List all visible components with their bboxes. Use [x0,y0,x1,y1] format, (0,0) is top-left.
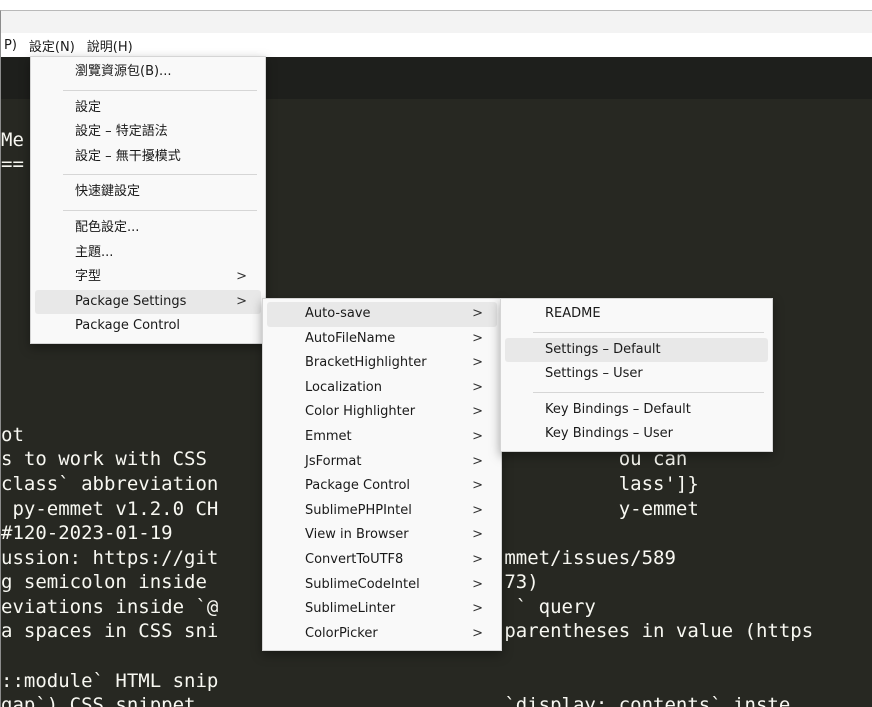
menu-item-label: SublimeLinter [305,601,396,617]
menu-item-converttoutf8[interactable]: ConvertToUTF8 > [263,548,501,573]
menu-item-label: AutoFileName [305,330,396,346]
auto-save-menu: README Settings – Default Settings – Use… [500,298,773,452]
menu-separator [63,174,257,176]
title-bar [1,11,872,33]
menu-item-theme[interactable]: 主題... [31,241,265,266]
menu-separator [63,89,257,91]
submenu-arrow-icon: > [472,478,483,494]
menu-separator [533,331,764,333]
menu-help[interactable]: 說明(H) [81,36,139,55]
menu-item-label: 設定 [75,99,102,115]
submenu-arrow-icon: > [472,453,483,469]
menu-item-package-control[interactable]: Package Control > [263,474,501,499]
menu-item-color-scheme[interactable]: 配色設定... [31,216,265,241]
menu-item-settings-user[interactable]: Settings – User [501,362,772,387]
menu-item-view-in-browser[interactable]: View in Browser > [263,523,501,548]
menu-item-label: 主題... [75,244,114,260]
menu-item-brackethighlighter[interactable]: BracketHighlighter > [263,351,501,376]
menu-item-readme[interactable]: README [501,302,772,327]
menu-item-label: View in Browser [305,527,409,543]
menu-item-label: 快速鍵設定 [75,184,141,200]
menu-project[interactable]: P) [1,38,23,53]
menu-item-auto-save[interactable]: Auto-save > [267,302,497,327]
menu-item-jsformat[interactable]: JsFormat > [263,450,501,475]
menu-item-label: ColorPicker [305,625,378,641]
menu-item-label: 設定 – 無干擾模式 [75,148,181,164]
menu-item-label: 字型 [75,269,102,285]
submenu-arrow-icon: > [472,601,483,617]
menu-item-label: Package Control [75,318,181,334]
menu-item-label: Emmet [305,428,352,444]
package-settings-menu: Auto-save > AutoFileName > BracketHighligh… [262,298,502,652]
menu-item-emmet[interactable]: Emmet > [263,425,501,450]
submenu-arrow-icon: > [472,502,483,518]
menu-item-label: Key Bindings – User [545,426,673,442]
menu-item-label: 設定 – 特定語法 [75,124,168,140]
menu-item-label: Localization [305,379,382,395]
menu-item-label: Auto-save [305,306,371,321]
menu-item-key-bindings-user[interactable]: Key Bindings – User [501,422,772,447]
preferences-menu: 瀏覽資源包(B)... 設定 設定 – 特定語法 設定 – 無干擾模式 快速鍵設… [30,56,266,344]
menu-item-colorpicker[interactable]: ColorPicker > [263,622,501,647]
menu-item-settings-distraction-free[interactable]: 設定 – 無干擾模式 [31,145,265,170]
menu-item-color-highlighter[interactable]: Color Highlighter > [263,400,501,425]
menu-item-package-control[interactable]: Package Control [31,314,265,339]
menu-item-localization[interactable]: Localization > [263,376,501,401]
menu-bar: P) 設定(N) 說明(H) [1,33,872,57]
submenu-arrow-icon: > [472,355,483,371]
submenu-arrow-icon: > [472,404,483,420]
menu-separator [63,209,257,211]
submenu-arrow-icon: > [472,527,483,543]
menu-item-label: SublimeCodeIntel [305,576,420,592]
menu-item-label: BracketHighlighter [305,355,427,371]
submenu-arrow-icon: > [472,306,483,321]
menu-item-sublimecodeintel[interactable]: SublimeCodeIntel > [263,573,501,598]
menu-item-label: Package Control [305,478,411,494]
menu-item-label: 瀏覽資源包(B)... [75,64,172,79]
submenu-arrow-icon: > [472,379,483,395]
menu-item-label: Settings – Default [545,341,661,357]
menu-item-browse-packages[interactable]: 瀏覽資源包(B)... [31,60,265,85]
submenu-arrow-icon: > [236,269,247,285]
menu-item-key-bindings[interactable]: 快速鍵設定 [31,180,265,205]
menu-item-autofilename[interactable]: AutoFileName > [263,327,501,352]
menu-item-label: JsFormat [305,453,362,469]
menu-item-label: Package Settings [75,293,187,309]
submenu-arrow-icon: > [236,293,247,309]
submenu-arrow-icon: > [472,428,483,444]
menu-item-label: Settings – User [545,366,643,382]
menu-item-font[interactable]: 字型 > [31,265,265,290]
menu-item-package-settings[interactable]: Package Settings > [35,289,261,315]
menu-item-label: 配色設定... [75,219,140,235]
submenu-arrow-icon: > [472,330,483,346]
menu-item-settings[interactable]: 設定 [31,96,265,121]
menu-item-label: Key Bindings – Default [545,401,691,417]
menu-item-label: Color Highlighter [305,404,416,420]
menu-item-label: SublimePHPIntel [305,502,412,518]
menu-item-sublimephpintel[interactable]: SublimePHPIntel > [263,499,501,524]
menu-item-label: README [545,306,601,321]
menu-item-sublimelinter[interactable]: SublimeLinter > [263,597,501,622]
menu-item-key-bindings-default[interactable]: Key Bindings – Default [501,398,772,423]
menu-item-settings-default[interactable]: Settings – Default [505,337,768,363]
menu-item-settings-syntax[interactable]: 設定 – 特定語法 [31,120,265,145]
menu-item-label: ConvertToUTF8 [305,551,404,567]
menu-separator [533,391,764,393]
submenu-arrow-icon: > [472,625,483,641]
submenu-arrow-icon: > [472,576,483,592]
submenu-arrow-icon: > [472,551,483,567]
menu-preferences[interactable]: 設定(N) [23,36,81,55]
